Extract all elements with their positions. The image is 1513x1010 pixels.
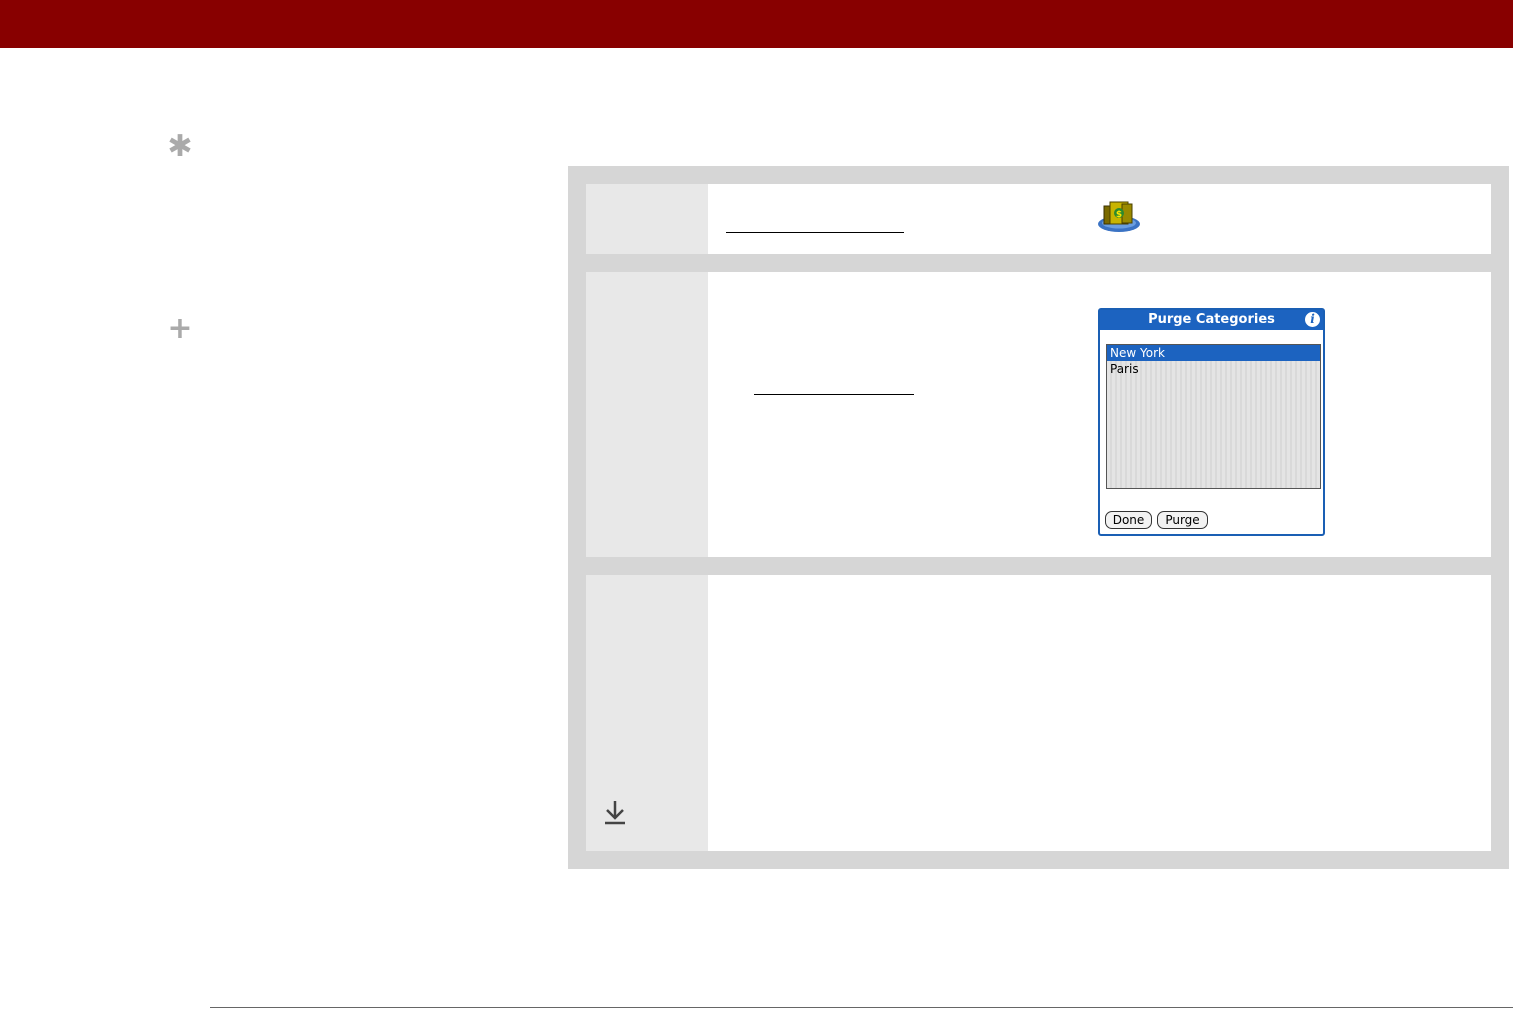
asterisk-icon: ✱: [167, 129, 193, 164]
dialog-title: Purge Categories: [1100, 310, 1323, 330]
category-list[interactable]: New York Paris: [1106, 344, 1321, 489]
svg-text:$: $: [1116, 210, 1122, 220]
step-row-2: Purge Categories i New York Paris Done P…: [586, 272, 1491, 557]
header-bar: [0, 0, 1513, 48]
step-row-1: $: [586, 184, 1491, 254]
expense-app-icon: $: [1098, 201, 1140, 232]
step-number-cell: [586, 184, 708, 254]
footer-rule: [210, 1007, 1513, 1008]
list-item[interactable]: Paris: [1107, 361, 1320, 377]
purge-categories-dialog: Purge Categories i New York Paris Done P…: [1098, 308, 1325, 536]
plus-icon: +: [167, 311, 193, 346]
done-button[interactable]: Done: [1105, 511, 1152, 529]
step-row-3: [586, 575, 1491, 851]
step-link[interactable]: [726, 232, 904, 233]
step-number-cell: [586, 272, 708, 557]
info-icon[interactable]: i: [1305, 312, 1320, 327]
list-item[interactable]: New York: [1107, 345, 1320, 361]
step-link[interactable]: [754, 394, 914, 395]
steps-panel: $ Purge Categories i New York Paris Done…: [568, 166, 1509, 869]
purge-button[interactable]: Purge: [1157, 511, 1208, 529]
down-arrow-icon: [605, 801, 625, 825]
